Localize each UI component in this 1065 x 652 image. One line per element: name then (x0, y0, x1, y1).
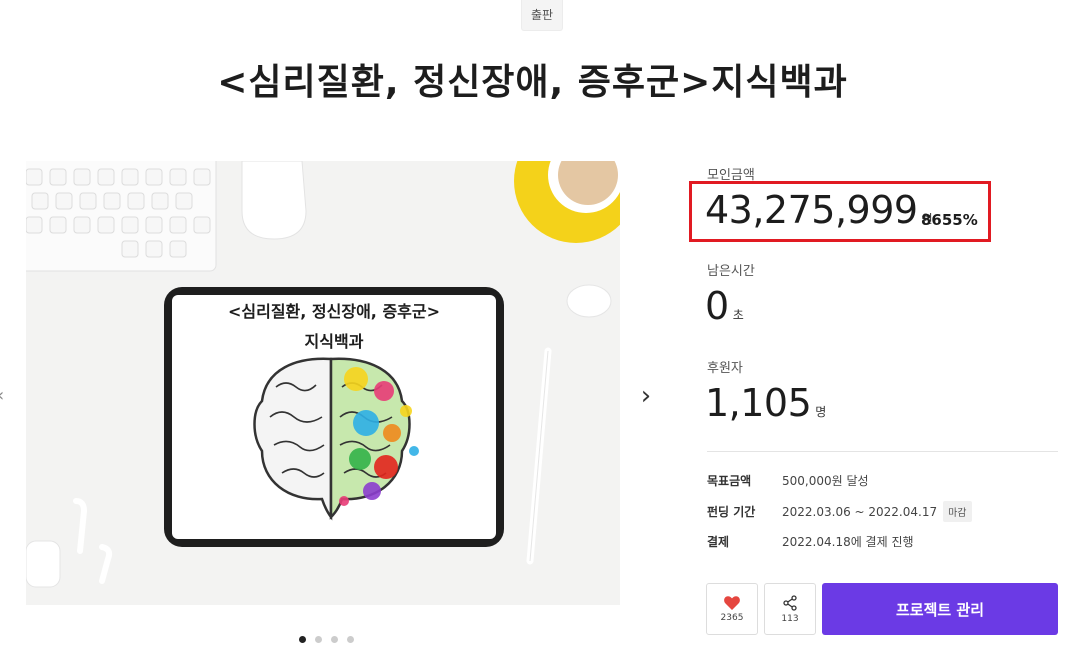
info-goal-row: 목표금액 500,000원 달성 (707, 472, 869, 489)
payment-value: 2022.04.18에 결제 진행 (782, 535, 914, 549)
time-number: 0 (705, 284, 729, 328)
chevron-right-icon[interactable]: › (634, 380, 658, 412)
like-button[interactable]: 2365 (706, 583, 758, 635)
payment-key: 결제 (707, 535, 730, 549)
manage-project-button[interactable]: 프로젝트 관리 (822, 583, 1058, 635)
project-image (26, 161, 620, 605)
gallery-pagination (299, 636, 354, 643)
goal-key: 목표금액 (707, 474, 752, 488)
share-count: 113 (781, 613, 799, 624)
category-tag: 출판 (521, 0, 564, 31)
backers-label: 후원자 (707, 361, 743, 376)
share-button[interactable]: 113 (764, 583, 816, 635)
status-badge: 마감 (943, 501, 972, 522)
tablet-text-line2: 지식백과 (304, 332, 364, 351)
info-payment-row: 결제 2022.04.18에 결제 진행 (707, 533, 914, 550)
like-count: 2365 (720, 612, 744, 623)
project-image-gallery[interactable]: <심리질환, 정신장애, 증후군> 지식백과 (26, 161, 620, 605)
time-label: 남은시간 (707, 264, 755, 279)
time-unit: 초 (732, 308, 744, 322)
gallery-dot-1[interactable] (299, 636, 306, 643)
period-value: 2022.03.06 ~ 2022.04.17 (782, 504, 938, 519)
heart-icon (724, 595, 740, 610)
highlight-annotation (689, 181, 991, 242)
share-icon (783, 594, 797, 611)
chevron-left-icon[interactable]: ‹ (0, 385, 4, 406)
goal-value: 500,000원 달성 (782, 474, 869, 488)
backers-value: 1,105 명 (705, 381, 826, 425)
gallery-dot-4[interactable] (347, 636, 354, 643)
gallery-dot-3[interactable] (331, 636, 338, 643)
tablet-text-line1: <심리질환, 정신장애, 증후군> (227, 302, 441, 321)
period-key: 펀딩 기간 (707, 505, 756, 519)
backers-number: 1,105 (705, 381, 812, 425)
info-period-row: 펀딩 기간 2022.03.06 ~ 2022.04.17 마감 (707, 501, 972, 522)
time-value: 0초 (705, 284, 744, 328)
backers-unit: 명 (815, 405, 826, 419)
keyboard-decor (26, 161, 217, 272)
divider (707, 451, 1058, 452)
gallery-dot-2[interactable] (315, 636, 322, 643)
page-title: <심리질환, 정신장애, 증후군>지식백과 (217, 62, 848, 103)
